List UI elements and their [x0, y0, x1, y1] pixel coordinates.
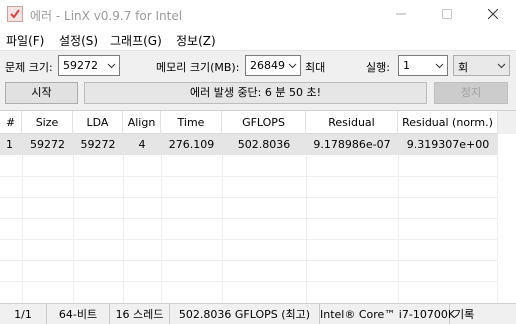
close-button[interactable] — [470, 0, 516, 28]
cell-time: 276.109 — [168, 138, 215, 151]
col-header-residual[interactable]: Residual — [306, 111, 398, 134]
memory-max-label[interactable]: 최대 — [305, 59, 325, 75]
grid-line — [0, 260, 498, 261]
grid-line — [0, 218, 498, 219]
table-header: # Size LDA Align Time GFLOPS Residual Re… — [0, 111, 498, 134]
minimize-button[interactable] — [378, 0, 424, 28]
cell-align: 4 — [138, 138, 146, 151]
cpu-indicator: Intel® Core™ i7-10700K — [320, 304, 455, 324]
table-row[interactable]: 1 59272 59272 4 276.109 502.8036 9.17898… — [0, 134, 498, 155]
grid-line — [222, 155, 223, 304]
problem-size-label: 문제 크기: — [5, 61, 53, 74]
title-bar: 에러 - LinX v0.9.7 for Intel — [0, 0, 516, 28]
maximize-button[interactable] — [424, 0, 470, 28]
runs-label: 실행: — [366, 61, 390, 74]
checkbox-check-icon — [7, 6, 23, 22]
menu-bar: 파일(F) 설정(S) 그래프(G) 정보(Z) — [0, 28, 516, 50]
chevron-down-icon — [288, 63, 297, 69]
memory-size-combo[interactable]: 26849 — [245, 55, 301, 76]
threads-indicator: 16 스레드 — [110, 304, 170, 324]
cell-lda: 59272 — [80, 138, 116, 151]
cell-residual: 9.178986e-07 — [313, 138, 391, 151]
grid-line — [398, 155, 399, 304]
grid-line — [161, 155, 162, 304]
menu-graph[interactable]: 그래프(G) — [110, 32, 162, 49]
menu-file[interactable]: 파일(F) — [6, 32, 44, 49]
parameter-bar: 문제 크기: 59272 메모리 크기(MB): 26849 최대 실행: 1 … — [0, 50, 516, 80]
grid-line — [0, 197, 498, 198]
menu-settings[interactable]: 설정(S) — [59, 32, 98, 49]
chevron-down-icon — [435, 63, 444, 69]
grid-line — [22, 155, 23, 304]
stop-button[interactable]: 정지 — [434, 82, 508, 104]
problem-size-value: 59272 — [63, 59, 98, 72]
maximize-icon — [442, 9, 452, 19]
cell-index: 1 — [6, 138, 13, 151]
grid-line — [73, 155, 74, 304]
problem-size-combo[interactable]: 59272 — [58, 55, 120, 76]
grid-line — [306, 155, 307, 304]
runs-unit-combo[interactable]: 회 — [453, 55, 510, 76]
col-header-align[interactable]: Align — [123, 111, 161, 134]
col-header-index[interactable]: # — [0, 111, 22, 134]
runs-unit-value: 회 — [458, 61, 469, 74]
close-icon — [488, 9, 498, 19]
grid-line — [0, 281, 498, 282]
results-table[interactable]: # Size LDA Align Time GFLOPS Residual Re… — [0, 110, 516, 304]
col-header-lda[interactable]: LDA — [73, 111, 123, 134]
cell-gflops: 502.8036 — [237, 138, 291, 151]
status-bar: 1/1 64-비트 16 스레드 502.8036 GFLOPS (최고) In… — [0, 303, 516, 324]
memory-size-label: 메모리 크기(MB): — [156, 61, 240, 74]
progress-indicator: 1/1 — [0, 304, 47, 324]
chevron-down-icon — [107, 63, 116, 69]
start-button[interactable]: 시작 — [5, 82, 78, 104]
header-scroll-strip — [498, 111, 516, 134]
bitness-indicator: 64-비트 — [47, 304, 110, 324]
log-button[interactable]: 기록 — [450, 304, 516, 324]
grid-line — [0, 239, 498, 240]
peak-gflops-indicator: 502.8036 GFLOPS (최고) — [170, 304, 320, 324]
runs-combo[interactable]: 1 — [398, 55, 448, 76]
runs-value: 1 — [403, 59, 410, 72]
cell-size: 59272 — [30, 138, 65, 151]
col-header-residual-norm[interactable]: Residual (norm.) — [398, 111, 498, 134]
col-header-size[interactable]: Size — [22, 111, 73, 134]
chevron-down-icon — [497, 63, 506, 69]
grid-line — [0, 176, 498, 177]
run-status-message: 에러 발생 중단: 6 분 50 초! — [84, 82, 427, 104]
minimize-icon — [396, 13, 406, 15]
col-header-gflops[interactable]: GFLOPS — [222, 111, 306, 134]
window-title: 에러 - LinX v0.9.7 for Intel — [30, 9, 183, 23]
menu-info[interactable]: 정보(Z) — [176, 32, 216, 49]
action-bar: 시작 에러 발생 중단: 6 분 50 초! 정지 — [0, 80, 516, 110]
col-header-time[interactable]: Time — [161, 111, 222, 134]
cell-residual-norm: 9.319307e+00 — [406, 138, 490, 151]
grid-line — [497, 155, 498, 304]
grid-line — [123, 155, 124, 304]
memory-size-value: 26849 — [250, 59, 285, 72]
